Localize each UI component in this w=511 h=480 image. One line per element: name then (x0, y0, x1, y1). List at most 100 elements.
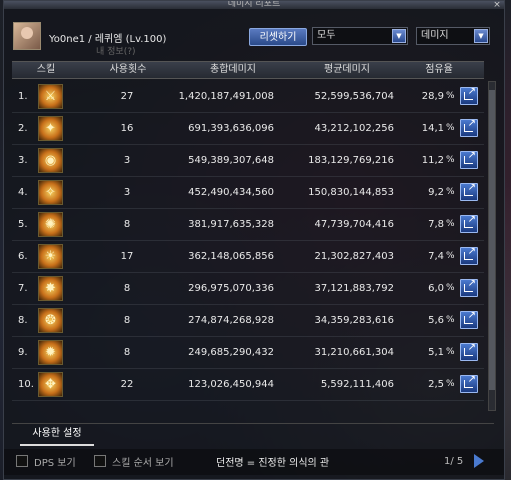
skill-glyph: ✥ (45, 377, 56, 392)
dps-checkbox[interactable] (16, 455, 28, 467)
use-count: 8 (123, 315, 131, 326)
share-percent: 14,1 (421, 123, 444, 134)
skill-glyph: ⚔ (44, 89, 57, 104)
report-header: Yo0ne1 / 레퀴엠 (Lv.100) 내 정보(?) 리셋하기 모두 ▼ … (4, 11, 504, 59)
next-page-icon[interactable] (474, 454, 484, 468)
percent-sign: % (446, 91, 455, 101)
column-header-total[interactable]: 총합데미지 (188, 62, 278, 78)
damage-report-window: 데미지 리포트 × Yo0ne1 / 레퀴엠 (Lv.100) 내 정보(?) … (3, 0, 505, 480)
row-index: 10. (18, 379, 34, 390)
share-icon[interactable] (460, 118, 478, 137)
column-header-average[interactable]: 평균데미지 (302, 62, 392, 78)
skill-glyph: ✦ (45, 121, 56, 136)
table-row[interactable]: 6. ☀ 17 362,148,065,856 21,302,827,403 7,4% (12, 241, 484, 273)
share-percent: 5,6 (428, 315, 444, 326)
table-row[interactable]: 3. ◉ 3 549,389,307,648 183,129,769,216 11,2% (12, 145, 484, 177)
filter-select[interactable]: 모두 ▼ (312, 27, 408, 45)
skill-icon: ✺ (38, 212, 63, 237)
percent-sign: % (446, 187, 455, 197)
skill-icon: ⚔ (38, 84, 63, 109)
table-row[interactable]: 10. ✥ 22 123,026,450,944 5,592,111,406 2,5% (12, 369, 484, 401)
total-damage: 549,389,307,648 (188, 155, 274, 166)
share-percent: 11,2 (421, 155, 444, 166)
column-header-uses[interactable]: 사용횟수 (98, 62, 158, 78)
dps-checkbox-label: DPS 보기 (34, 458, 76, 469)
player-name: Yo0ne1 / 레퀴엠 (Lv.100) (49, 34, 167, 45)
close-icon[interactable]: × (492, 1, 502, 9)
skill-order-checkbox[interactable] (94, 455, 106, 467)
use-count: 22 (120, 379, 134, 390)
share-icon[interactable] (460, 182, 478, 201)
total-damage: 249,685,290,432 (188, 347, 274, 358)
average-damage: 37,121,883,792 (314, 283, 394, 294)
average-damage: 47,739,704,416 (314, 219, 394, 230)
table-row[interactable]: 2. ✦ 16 691,393,636,096 43,212,102,256 14,1% (12, 113, 484, 145)
share-icon[interactable] (460, 86, 478, 105)
percent-sign: % (446, 283, 455, 293)
skill-glyph: ☀ (44, 249, 57, 264)
column-header-share[interactable]: 점유율 (414, 62, 464, 78)
use-count: 27 (120, 91, 134, 102)
reset-button[interactable]: 리셋하기 (249, 28, 307, 46)
share-icon[interactable] (460, 214, 478, 233)
use-count: 8 (123, 219, 131, 230)
share-icon[interactable] (460, 374, 478, 393)
share-icon[interactable] (460, 310, 478, 329)
use-count: 17 (120, 251, 134, 262)
average-damage: 5,592,111,406 (320, 379, 394, 390)
share-icon[interactable] (460, 278, 478, 297)
table-scrollbar[interactable] (488, 81, 496, 411)
average-damage: 43,212,102,256 (314, 123, 394, 134)
average-damage: 183,129,769,216 (308, 155, 394, 166)
total-damage: 1,420,187,491,008 (178, 91, 274, 102)
row-index: 7. (18, 283, 28, 294)
metric-select[interactable]: 데미지 ▼ (416, 27, 490, 45)
share-icon[interactable] (460, 246, 478, 265)
total-damage: 452,490,434,560 (188, 187, 274, 198)
share-percent: 6,0 (428, 283, 444, 294)
average-damage: 150,830,144,853 (308, 187, 394, 198)
share-icon[interactable] (460, 150, 478, 169)
skill-glyph: ✹ (45, 345, 56, 360)
table-row[interactable]: 7. ✸ 8 296,975,070,336 37,121,883,792 6,0% (12, 273, 484, 305)
row-index: 8. (18, 315, 28, 326)
table-header: 스킬 사용횟수 총합데미지 평균데미지 점유율 (12, 61, 484, 79)
chevron-down-icon: ▼ (474, 29, 488, 43)
tab-settings[interactable]: 사용한 설정 (20, 424, 94, 446)
scrollbar-thumb[interactable] (489, 90, 495, 390)
skill-glyph: ✸ (45, 281, 56, 296)
table-row[interactable]: 5. ✺ 8 381,917,635,328 47,739,704,416 7,8% (12, 209, 484, 241)
average-damage: 34,359,283,616 (314, 315, 394, 326)
share-icon[interactable] (460, 342, 478, 361)
row-index: 2. (18, 123, 28, 134)
table-row[interactable]: 1. ⚔ 27 1,420,187,491,008 52,599,536,704 28,9… (12, 81, 484, 113)
page-indicator: 1/ 5 (444, 456, 464, 467)
share-percent: 2,5 (428, 379, 444, 390)
use-count: 16 (120, 123, 134, 134)
table-row[interactable]: 4. ✧ 3 452,490,434,560 150,830,144,853 9,2% (12, 177, 484, 209)
window-titlebar: 데미지 리포트 × (4, 1, 504, 9)
skill-glyph: ✧ (45, 185, 56, 200)
total-damage: 296,975,070,336 (188, 283, 274, 294)
percent-sign: % (446, 347, 455, 357)
avatar (13, 22, 41, 50)
percent-sign: % (446, 219, 455, 229)
metric-select-value: 데미지 (421, 30, 449, 41)
percent-sign: % (446, 251, 455, 261)
table-row[interactable]: 9. ✹ 8 249,685,290,432 31,210,661,304 5,1% (12, 337, 484, 369)
table-row[interactable]: 8. ❂ 8 274,874,268,928 34,359,283,616 5,6% (12, 305, 484, 337)
total-damage: 123,026,450,944 (188, 379, 274, 390)
average-damage: 31,210,661,304 (314, 347, 394, 358)
row-index: 4. (18, 187, 28, 198)
share-percent: 5,1 (428, 347, 444, 358)
skill-icon: ☀ (38, 244, 63, 269)
percent-sign: % (446, 379, 455, 389)
skill-icon: ❂ (38, 308, 63, 333)
use-count: 3 (123, 187, 131, 198)
total-damage: 691,393,636,096 (188, 123, 274, 134)
column-header-skill[interactable]: 스킬 (26, 62, 66, 78)
skill-icon: ◉ (38, 148, 63, 173)
percent-sign: % (446, 315, 455, 325)
total-damage: 381,917,635,328 (188, 219, 274, 230)
skill-icon: ✹ (38, 340, 63, 365)
